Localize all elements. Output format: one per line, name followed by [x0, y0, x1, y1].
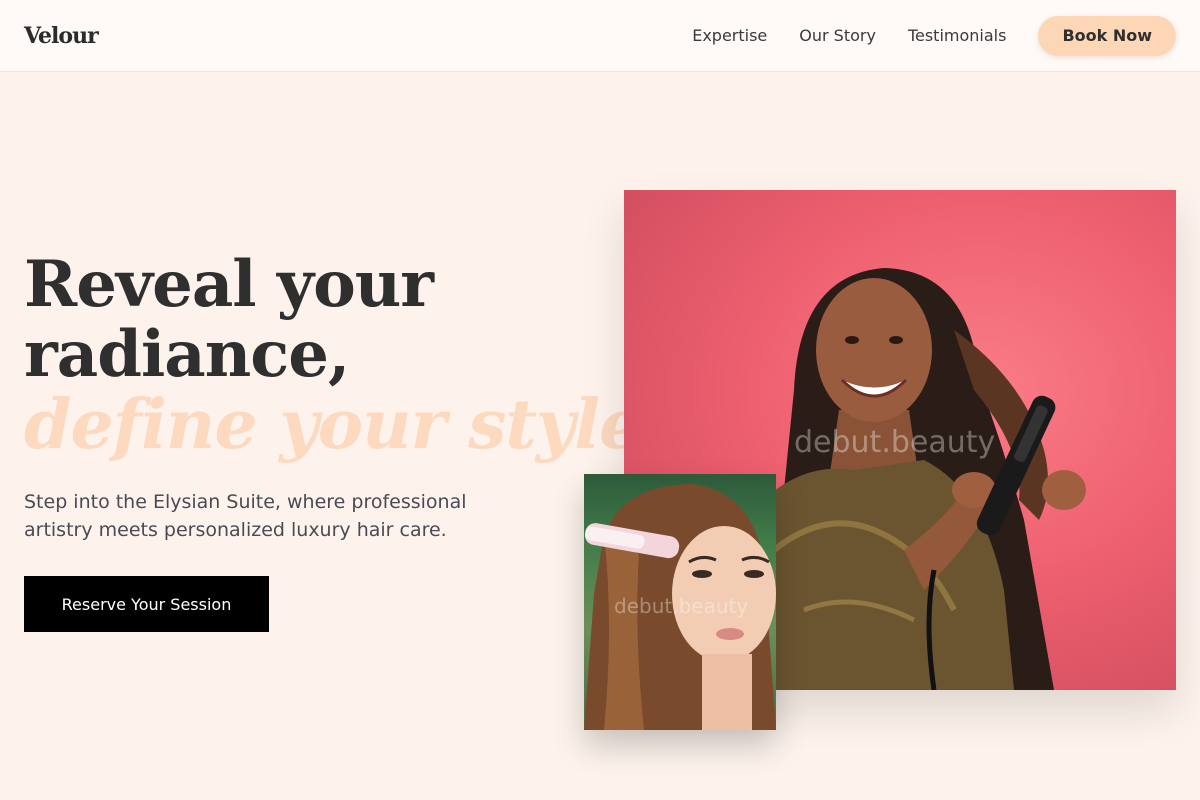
headline-line-1: Reveal your [24, 247, 434, 322]
top-navbar: Velour Expertise Our Story Testimonials … [0, 0, 1200, 72]
nav-link-expertise[interactable]: Expertise [692, 26, 767, 45]
brand-logo[interactable]: Velour [24, 23, 99, 49]
book-now-button[interactable]: Book Now [1038, 15, 1176, 56]
reserve-session-button[interactable]: Reserve Your Session [24, 576, 269, 632]
main-nav: Expertise Our Story Testimonials Book No… [660, 15, 1176, 56]
inset-photo-watermark: debut.beauty [614, 594, 749, 618]
headline-accent: define your style. [24, 385, 665, 465]
main-photo-watermark: debut.beauty [794, 425, 996, 460]
hero-subtext: Step into the Elysian Suite, where profe… [24, 491, 467, 541]
nav-link-testimonials[interactable]: Testimonials [908, 26, 1007, 45]
hero-headline: Reveal your radiance, define your style. [24, 247, 665, 465]
nav-link-our-story[interactable]: Our Story [799, 26, 876, 45]
hero-inset-photo: debut.beauty [584, 474, 776, 730]
headline-line-2: radiance, [24, 317, 350, 392]
